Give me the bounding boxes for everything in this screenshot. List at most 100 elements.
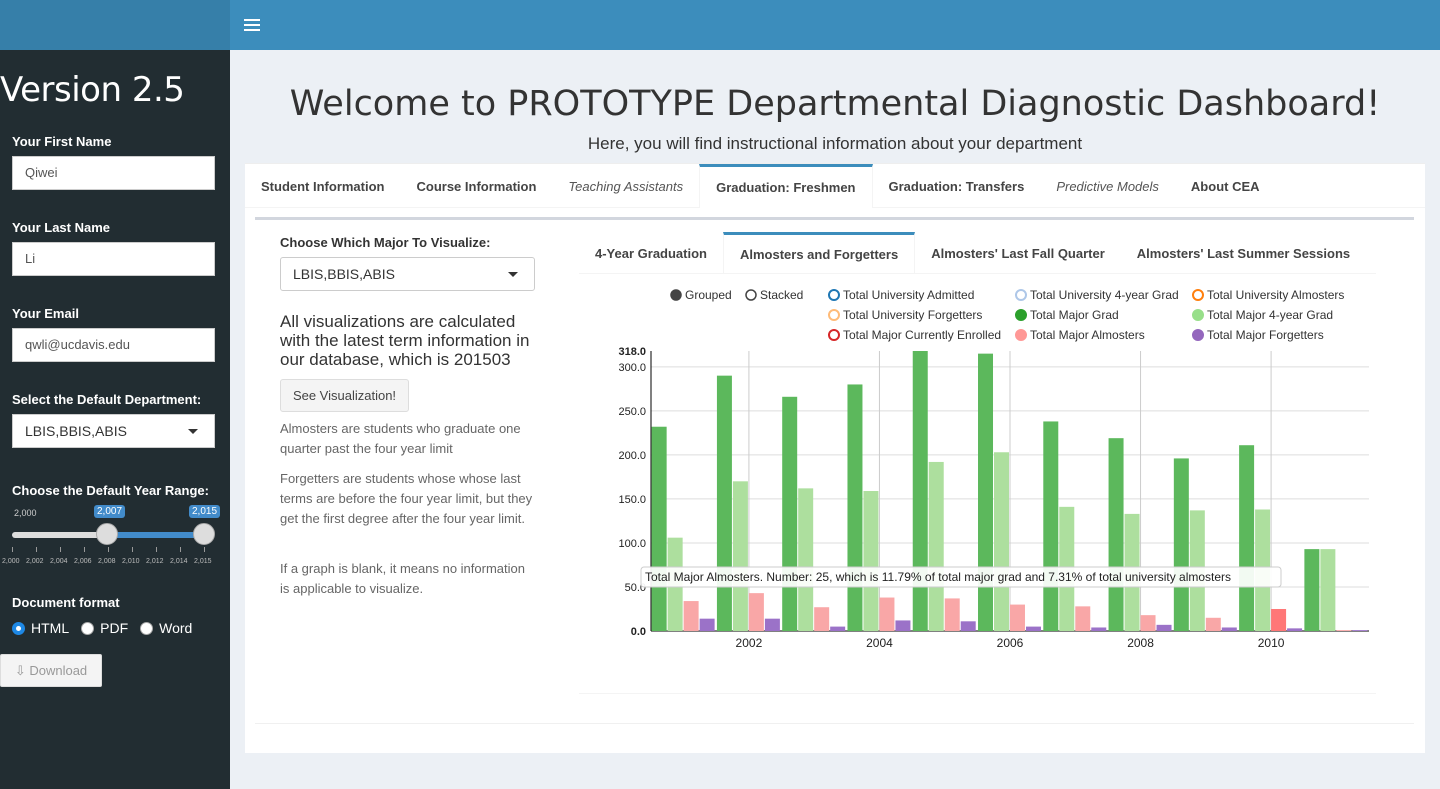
bar-total-major-forgetters[interactable] [699,618,715,631]
radio-word[interactable]: Word [140,620,192,636]
tab-teaching-assistants[interactable]: Teaching Assistants [552,164,699,208]
bar-total-major-4-year-grad[interactable] [798,488,814,631]
bar-total-major-4-year-grad[interactable] [732,481,748,631]
legend-marker[interactable] [1015,289,1027,301]
bar-total-major-grad[interactable] [1043,421,1059,631]
bar-total-major-grad[interactable] [651,426,667,631]
tab-student-information[interactable]: Student Information [245,164,401,208]
y-tick-label: 250.0 [618,406,646,418]
doc-format-radio-group: HTML PDF Word [12,620,204,636]
bar-total-major-grad[interactable] [782,396,798,631]
bar-chart-svg: Grouped Stacked Total University Admitted T… [618,288,1369,650]
subtab-almosters-and-forgetters[interactable]: Almosters and Forgetters [722,232,916,274]
slider-tick-label: 2,004 [50,558,68,565]
bar-total-major-almosters[interactable] [944,598,960,631]
slider-tick-label: 2,000 [2,558,20,565]
bar-total-major-grad[interactable] [1173,458,1189,631]
y-tick-label: 318.0 [618,346,646,358]
legend-label: Total University Almosters [1207,288,1344,302]
slider-to-badge: 2,015 [189,505,221,518]
bar-total-major-4-year-grad[interactable] [1320,549,1336,631]
legend-marker[interactable] [828,289,840,301]
bar-total-major-grad[interactable] [1239,445,1255,631]
legend-marker[interactable] [1015,309,1027,321]
tab-about-cea[interactable]: About CEA [1175,164,1276,208]
subtab-almosters-last-summer-sessions[interactable]: Almosters' Last Summer Sessions [1121,232,1366,274]
doc-format-label: Document format [12,595,120,610]
sidebar: Version 2.5 Your First Name Qiwei Your L… [0,50,230,789]
radio-html[interactable]: HTML [12,620,69,636]
subtab-4-year-graduation[interactable]: 4-Year Graduation [579,232,723,274]
legend-marker[interactable] [1192,289,1204,301]
bar-total-major-forgetters[interactable] [895,620,911,631]
legend-marker[interactable] [828,309,840,321]
version-title: Version 2.5 [0,70,185,110]
bar-total-major-forgetters[interactable] [1025,626,1041,631]
bar-total-major-almosters[interactable] [1010,604,1025,631]
bar-total-major-almosters[interactable] [1075,606,1091,631]
legend-marker[interactable] [1192,329,1204,341]
legend-marker[interactable] [1015,329,1027,341]
legend-marker[interactable] [828,329,840,341]
legend-label: Total Major Grad [1030,308,1119,322]
tab-predictive-models[interactable]: Predictive Models [1040,164,1175,208]
legend-label: Total Major Forgetters [1207,328,1324,342]
slider-ticks [12,547,212,553]
note-almosters: Almosters are students who graduate one … [280,421,521,456]
sidebar-toggle-icon[interactable] [244,16,260,34]
bar-total-major-forgetters[interactable] [1156,624,1172,631]
bar-total-major-4-year-grad[interactable] [863,491,879,631]
bar-total-major-forgetters[interactable] [960,621,976,631]
bar-total-major-4-year-grad[interactable] [994,452,1009,631]
bar-total-major-forgetters[interactable] [1287,628,1303,631]
bar-total-major-almosters[interactable] [1271,608,1287,631]
mode-grouped-radio[interactable] [670,289,682,301]
bar-total-major-grad[interactable] [1304,549,1320,631]
tab-course-information[interactable]: Course Information [401,164,553,208]
mode-stacked-radio[interactable] [745,289,757,301]
bar-total-major-almosters[interactable] [683,601,699,631]
y-tick-label: 100.0 [618,538,646,550]
bar-total-major-almosters[interactable] [879,597,895,631]
legend-marker[interactable] [1192,309,1204,321]
bar-total-major-grad[interactable] [847,384,863,631]
bar-total-major-grad[interactable] [716,375,732,631]
bar-total-major-grad[interactable] [1108,438,1124,631]
tab-graduation-freshmen[interactable]: Graduation: Freshmen [699,164,873,208]
email-input[interactable]: qwli@ucdavis.edu [12,328,215,362]
slider-tick [204,547,205,552]
legend-label: Total Major 4-year Grad [1207,308,1333,322]
bar-total-major-almosters[interactable] [1205,617,1221,631]
note-blank-graph: If a graph is blank, it means no informa… [280,561,525,596]
first-name-input[interactable]: Qiwei [12,156,215,190]
bar-total-major-forgetters[interactable] [1091,627,1107,631]
bar-total-major-grad[interactable] [978,353,994,631]
bar-total-major-grad[interactable] [912,351,928,631]
bar-total-major-almosters[interactable] [814,607,830,631]
download-button[interactable]: ⇩ Download [0,654,102,687]
bar-total-major-forgetters[interactable] [764,618,780,631]
slider-from-handle[interactable] [96,523,118,545]
bar-total-major-4-year-grad[interactable] [928,461,944,631]
slider-from-badge: 2,007 [94,505,126,518]
bar-total-major-almosters[interactable] [1336,630,1352,631]
radio-pdf[interactable]: PDF [81,620,128,636]
department-select[interactable]: LBIS,BBIS,ABIS [12,414,215,448]
bar-total-major-forgetters[interactable] [1221,627,1237,631]
bar-total-major-almosters[interactable] [748,593,764,631]
bar-total-major-forgetters[interactable] [830,626,846,631]
tab-graduation-transfers[interactable]: Graduation: Transfers [873,164,1041,208]
radio-word-label: Word [159,620,193,636]
year-range-slider[interactable]: 2,000 2,007 2,015 2,000 2,002 2,004 2,006 2,… [2,505,221,575]
subtab-almosters-last-fall-quarter[interactable]: Almosters' Last Fall Quarter [915,232,1121,274]
last-name-input[interactable]: Li [12,242,215,276]
department-value: LBIS,BBIS,ABIS [25,423,127,439]
bar-total-major-almosters[interactable] [1140,615,1156,631]
logo-bar [0,0,230,50]
top-navbar [230,0,1440,50]
bar-total-major-forgetters[interactable] [1352,630,1368,631]
see-visualization-button[interactable]: See Visualization! [280,379,409,412]
radio-selected-icon [12,621,25,635]
slider-to-handle[interactable] [193,523,215,545]
major-select[interactable]: LBIS,BBIS,ABIS [280,257,535,291]
